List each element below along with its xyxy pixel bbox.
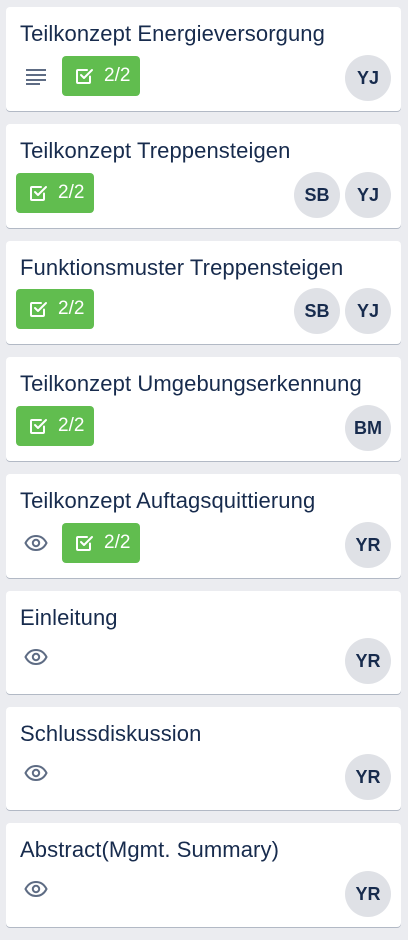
checklist-count: 2/2: [58, 298, 85, 319]
card-badges: 2/2: [16, 289, 95, 329]
card-members: YR: [340, 871, 391, 917]
card-members: YR: [340, 522, 391, 568]
card-badges: [16, 637, 56, 677]
eye-icon: [16, 637, 56, 677]
avatar[interactable]: BM: [345, 405, 391, 451]
card-badges: 2/2: [16, 406, 95, 446]
checklist-count: 2/2: [104, 532, 131, 553]
checklist-badge: 2/2: [16, 173, 95, 213]
card-badges: [16, 869, 56, 909]
avatar[interactable]: YJ: [345, 288, 391, 334]
card-title: Funktionsmuster Treppensteigen: [20, 255, 344, 280]
avatar[interactable]: YR: [345, 754, 391, 800]
checklist-count: 2/2: [104, 65, 131, 86]
checklist-icon: [30, 419, 47, 434]
card-funktionsmuster-treppensteigen[interactable]: Funktionsmuster Treppensteigen 2/2 YJ SB: [6, 241, 401, 344]
avatar[interactable]: YR: [345, 522, 391, 568]
card-badges: 2/2: [16, 523, 141, 563]
card-title: Abstract(Mgmt. Summary): [20, 837, 279, 862]
eye-icon: [16, 753, 56, 793]
avatar[interactable]: YJ: [345, 172, 391, 218]
eye-icon: [16, 869, 56, 909]
card-title: Teilkonzept Treppensteigen: [20, 138, 291, 163]
card-teilkonzept-auftagsquittierung[interactable]: Teilkonzept Auftagsquittierung 2/2 YR: [6, 474, 401, 578]
card-list: Teilkonzept Energieversorgung 2/2 YJ Tei…: [6, 7, 401, 940]
card-title: Teilkonzept Umgebungserkennung: [20, 371, 362, 396]
avatar[interactable]: YR: [345, 871, 391, 917]
card-badges: 2/2: [16, 56, 141, 96]
description-icon: [16, 56, 56, 96]
checklist-badge: 2/2: [16, 289, 95, 329]
card-title: Schlussdiskussion: [20, 721, 202, 746]
avatar[interactable]: SB: [294, 288, 340, 334]
card-badges: 2/2: [16, 173, 95, 213]
card-title: Einleitung: [20, 605, 118, 630]
checklist-icon: [30, 186, 47, 201]
checklist-count: 2/2: [58, 182, 85, 203]
checklist-icon: [76, 536, 93, 551]
card-teilkonzept-treppensteigen[interactable]: Teilkonzept Treppensteigen 2/2 YJ SB: [6, 124, 401, 228]
card-members: YR: [340, 754, 391, 800]
avatar[interactable]: YJ: [345, 55, 391, 101]
checklist-icon: [30, 302, 47, 317]
card-members: YJ SB: [289, 288, 391, 334]
checklist-badge: 2/2: [62, 56, 141, 96]
card-title: Teilkonzept Energieversorgung: [20, 21, 325, 46]
card-title: Teilkonzept Auftagsquittierung: [20, 488, 316, 513]
card-einleitung[interactable]: Einleitung YR: [6, 591, 401, 694]
card-badges: [16, 753, 56, 793]
card-teilkonzept-umgebungserkennung[interactable]: Teilkonzept Umgebungserkennung 2/2 BM: [6, 357, 401, 461]
checklist-count: 2/2: [58, 415, 85, 436]
card-abstract-mgmt-summary[interactable]: Abstract(Mgmt. Summary) YR: [6, 823, 401, 927]
card-members: YJ: [340, 55, 391, 101]
avatar[interactable]: YR: [345, 638, 391, 684]
eye-icon: [16, 523, 56, 563]
checklist-badge: 2/2: [16, 406, 95, 446]
checklist-icon: [76, 69, 93, 84]
card-members: YJ SB: [289, 172, 391, 218]
card-teilkonzept-energieversorgung[interactable]: Teilkonzept Energieversorgung 2/2 YJ: [6, 7, 401, 111]
card-members: YR: [340, 638, 391, 684]
card-schlussdiskussion[interactable]: Schlussdiskussion YR: [6, 707, 401, 810]
avatar[interactable]: SB: [294, 172, 340, 218]
card-members: BM: [340, 405, 391, 451]
checklist-badge: 2/2: [62, 523, 141, 563]
